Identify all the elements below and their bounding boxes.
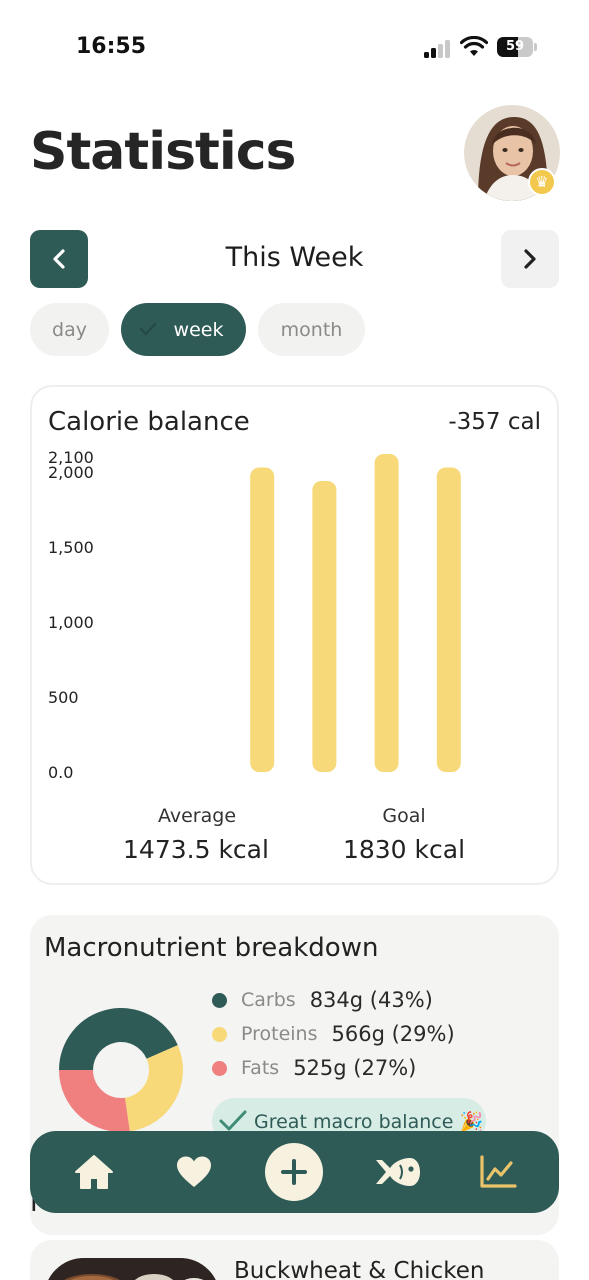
plus-icon	[281, 1159, 307, 1185]
segment-day[interactable]: day	[30, 303, 109, 356]
fats-label: Fats	[241, 1057, 280, 1079]
line-chart-icon	[480, 1155, 517, 1188]
y-tick-label: 2,100	[48, 448, 94, 467]
carbs-dot	[212, 992, 227, 1008]
heart-icon	[177, 1156, 211, 1187]
segment-month-label: month	[280, 318, 343, 341]
food-image	[44, 1258, 220, 1280]
check-icon	[219, 1110, 247, 1131]
check-icon	[139, 322, 157, 336]
legend-item-carbs: Carbs 834g (43%)	[212, 985, 433, 1015]
calorie-bar	[312, 481, 337, 772]
average-value: 1473.5 kcal	[123, 835, 269, 864]
goal-label: Goal	[382, 805, 426, 827]
y-tick-label: 0.0	[48, 763, 73, 782]
fats-dot	[212, 1060, 227, 1076]
donut-slice-proteins	[124, 1045, 183, 1132]
proteins-label: Proteins	[241, 1023, 318, 1045]
crown-icon: ♛	[528, 168, 556, 196]
previous-period-button[interactable]	[30, 230, 88, 288]
average-label: Average	[157, 805, 237, 827]
calorie-bar	[250, 467, 275, 772]
segment-week[interactable]: week	[121, 303, 246, 356]
period-title: This Week	[225, 242, 364, 273]
legend-item-proteins: Proteins 566g (29%)	[212, 1019, 455, 1049]
y-tick-label: 1,000	[48, 613, 94, 632]
tab-home[interactable]	[67, 1145, 121, 1199]
status-bar: 16:55 59	[0, 0, 589, 90]
macro-donut-chart	[59, 1008, 183, 1132]
fish-icon	[376, 1158, 420, 1186]
calorie-balance-card: Calorie balance -357 cal 0.0 500 1,000 1,50…	[30, 385, 559, 885]
chevron-left-icon	[53, 249, 65, 269]
carbs-label: Carbs	[241, 989, 296, 1011]
bottom-tab-bar	[30, 1131, 559, 1213]
segment-month[interactable]: month	[258, 303, 365, 356]
tab-statistics[interactable]	[471, 1145, 525, 1199]
wifi-icon	[460, 36, 488, 56]
tab-favorites[interactable]	[167, 1145, 221, 1199]
proteins-dot	[212, 1026, 227, 1042]
status-time: 16:55	[76, 34, 147, 59]
tab-fish[interactable]	[370, 1145, 424, 1199]
segment-week-label: week	[173, 318, 224, 341]
segment-day-label: day	[52, 318, 87, 341]
macro-card-title: Macronutrient breakdown	[44, 933, 379, 963]
battery-icon: 59	[497, 37, 537, 57]
fats-value: 525g (27%)	[293, 1056, 417, 1080]
food-item-name: Buckwheat & Chicken	[234, 1258, 485, 1280]
next-period-button[interactable]	[501, 230, 559, 288]
page-title: Statistics	[30, 122, 296, 182]
battery-level: 59	[505, 39, 525, 54]
y-tick-label: 1,500	[48, 538, 94, 557]
home-icon	[75, 1155, 113, 1189]
y-tick-label: 500	[48, 688, 79, 707]
food-item-card[interactable]: Buckwheat & Chicken	[30, 1240, 559, 1280]
calorie-bar-chart: 0.05001,0001,5002,0002,100	[48, 448, 461, 782]
cellular-signal-icon	[424, 38, 452, 58]
proteins-value: 566g (29%)	[331, 1022, 455, 1046]
legend-item-fats: Fats 525g (27%)	[212, 1053, 416, 1083]
calorie-card-title: Calorie balance	[48, 407, 250, 437]
macro-balance-text: Great macro balance 🎉	[254, 1110, 484, 1133]
add-button[interactable]	[265, 1143, 323, 1201]
calorie-bar	[374, 454, 399, 772]
carbs-value: 834g (43%)	[309, 988, 433, 1012]
goal-value: 1830 kcal	[342, 835, 466, 864]
donut-slice-fats	[59, 1070, 130, 1132]
chevron-right-icon	[524, 249, 536, 269]
calorie-bar	[436, 467, 461, 772]
calorie-balance-value: -357 cal	[448, 409, 541, 435]
